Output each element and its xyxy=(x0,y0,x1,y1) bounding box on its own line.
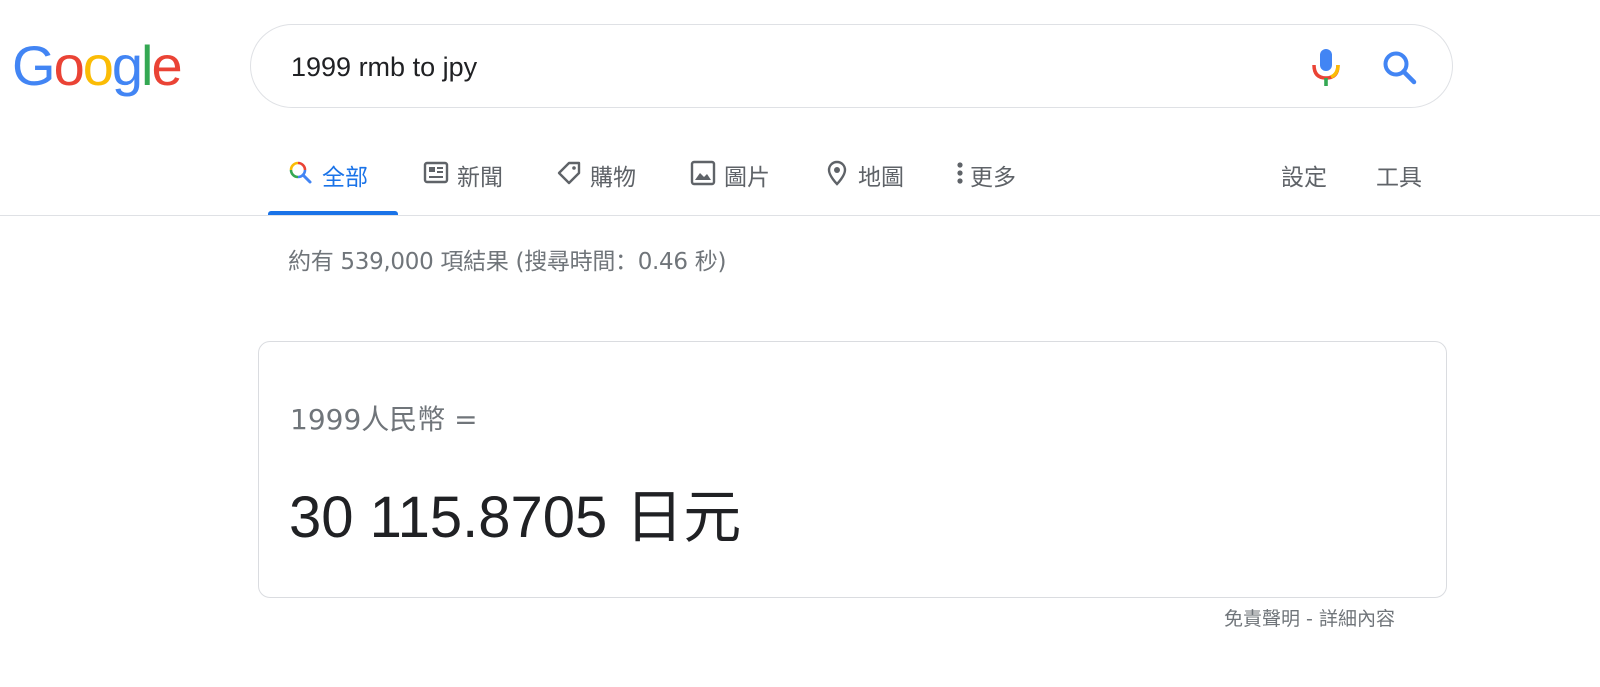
tab-maps[interactable]: 地圖 xyxy=(824,150,904,216)
logo-letter: G xyxy=(12,34,56,97)
tab-label: 新聞 xyxy=(457,165,503,191)
tools-link[interactable]: 工具 xyxy=(1376,150,1422,216)
search-icon xyxy=(288,160,314,186)
logo-letter: o xyxy=(53,34,85,97)
search-icon xyxy=(1383,51,1417,85)
converter-result: 30 115.8705 日元 xyxy=(289,470,741,554)
tab-all[interactable]: 全部 xyxy=(288,150,368,216)
tab-images[interactable]: 圖片 xyxy=(690,150,770,216)
tag-icon xyxy=(556,160,582,186)
tab-shopping[interactable]: 購物 xyxy=(556,150,636,216)
converter-result-unit: 日元 xyxy=(625,483,742,551)
search-results-page: Google 1999 rmb to jpy 全部 新聞 購物 圖片 地圖 更多… xyxy=(0,0,1600,687)
details-link[interactable]: 詳細內容 xyxy=(1319,608,1395,630)
tab-label: 地圖 xyxy=(858,165,904,191)
card-footer-links: 免責聲明 - 詳細內容 xyxy=(1224,604,1395,631)
search-input[interactable] xyxy=(291,47,1251,87)
tab-label: 全部 xyxy=(322,165,368,191)
currency-converter-card: 1999人民幣 = 30 115.8705 日元 xyxy=(258,341,1447,598)
tab-label: 購物 xyxy=(590,165,636,191)
image-icon xyxy=(690,160,716,186)
voice-search-button[interactable] xyxy=(1309,47,1343,87)
more-vert-icon xyxy=(954,160,966,186)
disclaimer-link[interactable]: 免責聲明 xyxy=(1224,608,1300,630)
search-box xyxy=(250,24,1453,108)
search-button[interactable] xyxy=(1381,49,1419,87)
result-stats: 約有 539,000 項結果 (搜尋時間：0.46 秒) xyxy=(288,249,727,275)
google-logo[interactable]: Google xyxy=(12,30,183,102)
tab-label: 更多 xyxy=(970,165,1016,191)
header-divider xyxy=(0,215,1600,216)
tab-label: 圖片 xyxy=(724,165,770,191)
tab-more[interactable]: 更多 xyxy=(954,150,1016,216)
tab-news[interactable]: 新聞 xyxy=(423,150,503,216)
settings-link[interactable]: 設定 xyxy=(1281,150,1327,216)
footer-separator: - xyxy=(1300,608,1319,630)
logo-letter: e xyxy=(151,34,182,97)
news-icon xyxy=(423,160,449,186)
logo-letter: g xyxy=(111,34,143,97)
logo-letter: l xyxy=(141,34,154,97)
map-pin-icon xyxy=(824,160,850,186)
mic-icon xyxy=(1312,49,1340,86)
logo-letter: o xyxy=(82,34,114,97)
converter-from-text: 1999人民幣 = xyxy=(290,403,478,436)
search-tabs: 全部 新聞 購物 圖片 地圖 更多 設定 工具 xyxy=(268,150,1448,216)
converter-result-value: 30 115.8705 xyxy=(289,485,608,550)
